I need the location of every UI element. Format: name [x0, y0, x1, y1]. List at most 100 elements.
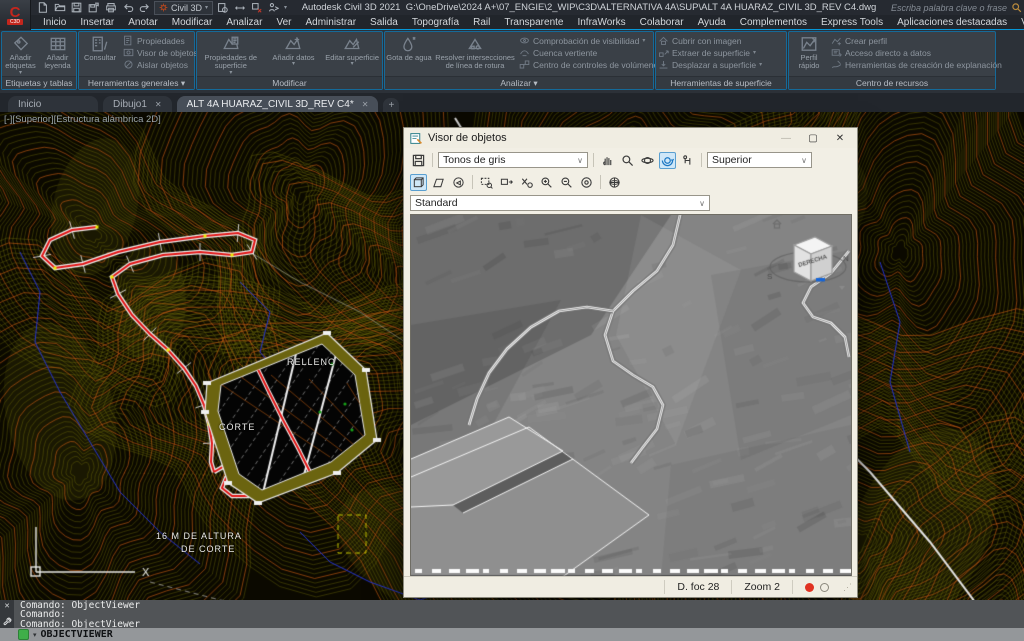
- consultar-button[interactable]: Consultar: [79, 32, 121, 62]
- set-pivot-icon[interactable]: [606, 174, 623, 191]
- data-shortcuts-button[interactable]: Acceso directo a datos: [831, 47, 989, 58]
- properties-button[interactable]: Propiedades: [123, 35, 191, 46]
- grading-tools-button[interactable]: Herramientas de creación de explanación: [831, 59, 989, 70]
- drawing-area[interactable]: [-][Superior][Estructura alámbrica 2D] R…: [0, 112, 1024, 600]
- ribbon-tab-rail[interactable]: Rail: [466, 16, 497, 29]
- redo-icon[interactable]: [138, 2, 151, 14]
- save-view-icon[interactable]: [410, 152, 427, 169]
- zoom-scale-icon[interactable]: [518, 174, 535, 191]
- ribbon-tab-infraworks[interactable]: InfraWorks: [570, 16, 632, 29]
- ribbon-tab-aplicaciones-destacadas[interactable]: Aplicaciones destacadas: [890, 16, 1014, 29]
- zoom-window-icon[interactable]: [478, 174, 495, 191]
- ribbon-tab-analizar[interactable]: Analizar: [219, 16, 269, 29]
- ribbon-tab-express-tools[interactable]: Express Tools: [814, 16, 890, 29]
- add-labels-button[interactable]: Añadir etiquetas ▾: [2, 32, 39, 76]
- isolate-objects-button[interactable]: Aislar objetos: [123, 59, 191, 70]
- parallel-projection-icon[interactable]: [410, 174, 427, 191]
- move-to-surface-button[interactable]: Desplazar a superficie ▾: [658, 59, 782, 70]
- open-file-icon[interactable]: [53, 2, 66, 14]
- save-icon[interactable]: [70, 2, 83, 14]
- add-data-button[interactable]: Añadir datos ▾: [267, 32, 319, 67]
- new-drawing-tab-button[interactable]: +: [383, 98, 399, 112]
- resolve-crossing-breaklines-button[interactable]: Resolver intersecciones de línea de rotu…: [433, 32, 517, 71]
- visibility-check-button[interactable]: Comprobación de visibilidad ▾: [519, 35, 645, 46]
- ribbon-tab-transparente[interactable]: Transparente: [497, 16, 570, 29]
- ribbon-tab-anotar[interactable]: Anotar: [121, 16, 164, 29]
- close-icon[interactable]: ✕: [155, 100, 162, 109]
- close-button[interactable]: ✕: [829, 131, 851, 145]
- separator: [432, 153, 433, 167]
- add-legend-button[interactable]: Añadir leyenda: [39, 32, 76, 71]
- sheet-set-icon[interactable]: [216, 2, 229, 14]
- viewer-3d-viewport[interactable]: [410, 214, 852, 579]
- object-viewer-window[interactable]: Visor de objetos — ▢ ✕ Tonos de gris∨ Su…: [403, 127, 858, 598]
- ucs-dropdown[interactable]: Standard∨: [410, 195, 710, 211]
- workspace-switcher[interactable]: Civil 3D ▾: [154, 1, 213, 15]
- object-viewer-titlebar[interactable]: Visor de objetos — ▢ ✕: [404, 128, 857, 148]
- ribbon-tab-colaborar[interactable]: Colaborar: [633, 16, 691, 29]
- volumes-dashboard-button[interactable]: Centro de controles de volúmenes: [519, 59, 645, 70]
- zoom-extents-icon[interactable]: [578, 174, 595, 191]
- object-viewer-button[interactable]: Visor de objetos: [123, 47, 191, 58]
- constrained-orbit-icon[interactable]: [639, 152, 656, 169]
- drape-image-button[interactable]: Cubrir con imagen: [658, 35, 782, 46]
- file-tab-dibujo1[interactable]: Dibujo1 ✕: [103, 96, 172, 112]
- ribbon-tab-modificar[interactable]: Modificar: [165, 16, 220, 29]
- undo-icon[interactable]: [121, 2, 134, 14]
- chevron-down-icon: ∨: [699, 199, 705, 208]
- maximize-button[interactable]: ▢: [802, 131, 824, 145]
- civil3d-logo-icon: C: [10, 6, 21, 19]
- adjust-camera-icon[interactable]: [679, 152, 696, 169]
- zoom-out-icon[interactable]: [558, 174, 575, 191]
- ribbon-tab-ayuda[interactable]: Ayuda: [691, 16, 733, 29]
- ribbon-tab-inicio[interactable]: Inicio: [36, 16, 73, 29]
- chevron-down-icon[interactable]: ▾: [33, 631, 37, 639]
- close-icon[interactable]: ✕: [362, 100, 369, 109]
- record-indicators[interactable]: [792, 580, 841, 594]
- create-profile-button[interactable]: Crear perfil: [831, 35, 989, 46]
- extract-from-surface-button[interactable]: Extraer de superficie ▾: [658, 47, 782, 58]
- pan-icon[interactable]: [599, 152, 616, 169]
- match-properties-icon[interactable]: [233, 2, 246, 14]
- file-tab-alt4a-huaraz[interactable]: ALT 4A HUARAZ_CIVIL 3D_REV C4* ✕: [177, 96, 379, 112]
- zoom-dynamic-icon[interactable]: [498, 174, 515, 191]
- catchment-button[interactable]: Cuenca vertiente: [519, 47, 645, 58]
- zoom-in-icon[interactable]: [538, 174, 555, 191]
- ribbon-tab-ver[interactable]: Ver: [269, 16, 298, 29]
- close-icon[interactable]: ✕: [4, 602, 10, 610]
- visual-style-dropdown[interactable]: Tonos de gris∨: [438, 152, 588, 168]
- edit-surface-button[interactable]: Editar superficie ▾: [325, 32, 379, 67]
- ribbon-tab-complementos[interactable]: Complementos: [733, 16, 814, 29]
- perspective-projection-icon[interactable]: [430, 174, 447, 191]
- ribbon-tab-salida[interactable]: Salida: [363, 16, 405, 29]
- isolate-objects-icon[interactable]: [250, 2, 263, 14]
- file-tab-inicio[interactable]: Inicio: [8, 96, 98, 112]
- ribbon-tab-topografia[interactable]: Topografía: [405, 16, 466, 29]
- new-file-icon[interactable]: [36, 2, 49, 14]
- quick-profile-button[interactable]: Perfil rápido: [789, 32, 829, 71]
- workspace-switching-icon[interactable]: [267, 2, 280, 14]
- inquiry-icon: [91, 35, 109, 53]
- save-as-icon[interactable]: [87, 2, 100, 14]
- customize-wrench-icon[interactable]: [3, 617, 12, 626]
- zoom-icon[interactable]: [619, 152, 636, 169]
- surface-properties-button[interactable]: Propiedades de superficie ▾: [200, 32, 262, 76]
- free-orbit-icon[interactable]: [659, 152, 676, 169]
- ribbon-tab-insertar[interactable]: Insertar: [73, 16, 121, 29]
- viewer-3d-canvas[interactable]: [411, 215, 851, 578]
- view-direction-dropdown[interactable]: Superior∨: [707, 152, 812, 168]
- plot-icon[interactable]: [104, 2, 117, 14]
- search-icon[interactable]: [1011, 2, 1022, 13]
- resize-grip[interactable]: ⋰: [843, 581, 855, 593]
- water-drop-button[interactable]: Gota de agua: [385, 32, 433, 62]
- ribbon-tab-vehicle-tracking[interactable]: Vehicle Tracking: [1014, 16, 1024, 29]
- zoom-readout: Zoom 2: [731, 580, 792, 594]
- help-search[interactable]: Escriba palabra clave o frase: [891, 2, 1022, 13]
- perspective-ortho-faces-icon[interactable]: [450, 174, 467, 191]
- viewport-controls-label[interactable]: [-][Superior][Estructura alámbrica 2D]: [4, 114, 161, 125]
- civil3d-app-button[interactable]: C C3D: [0, 0, 31, 30]
- viewer-toolbar-second: [404, 172, 857, 192]
- ribbon-tab-administrar[interactable]: Administrar: [298, 16, 363, 29]
- command-input-row[interactable]: ▾ OBJECTVIEWER: [0, 628, 1024, 641]
- command-history-panel[interactable]: ✕ Comando: ObjectViewer Comando: Comando…: [0, 600, 1024, 628]
